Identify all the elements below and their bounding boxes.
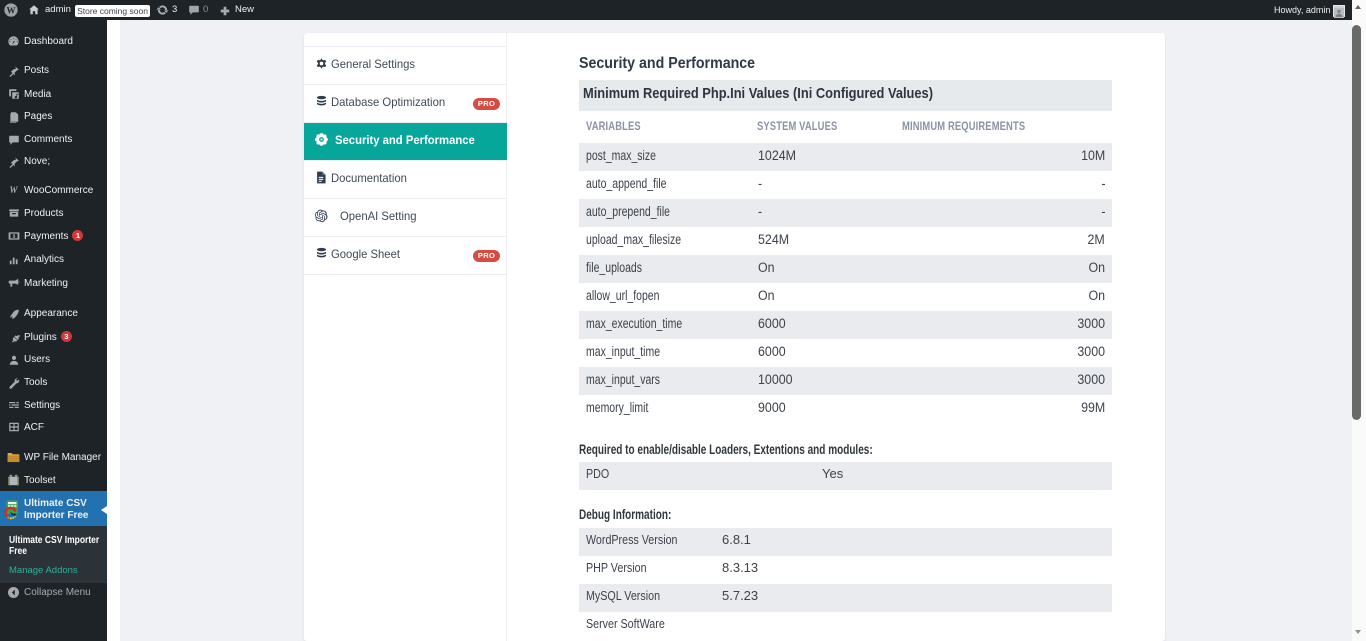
svg-text:W: W bbox=[6, 5, 15, 15]
svg-text:W: W bbox=[9, 185, 18, 195]
